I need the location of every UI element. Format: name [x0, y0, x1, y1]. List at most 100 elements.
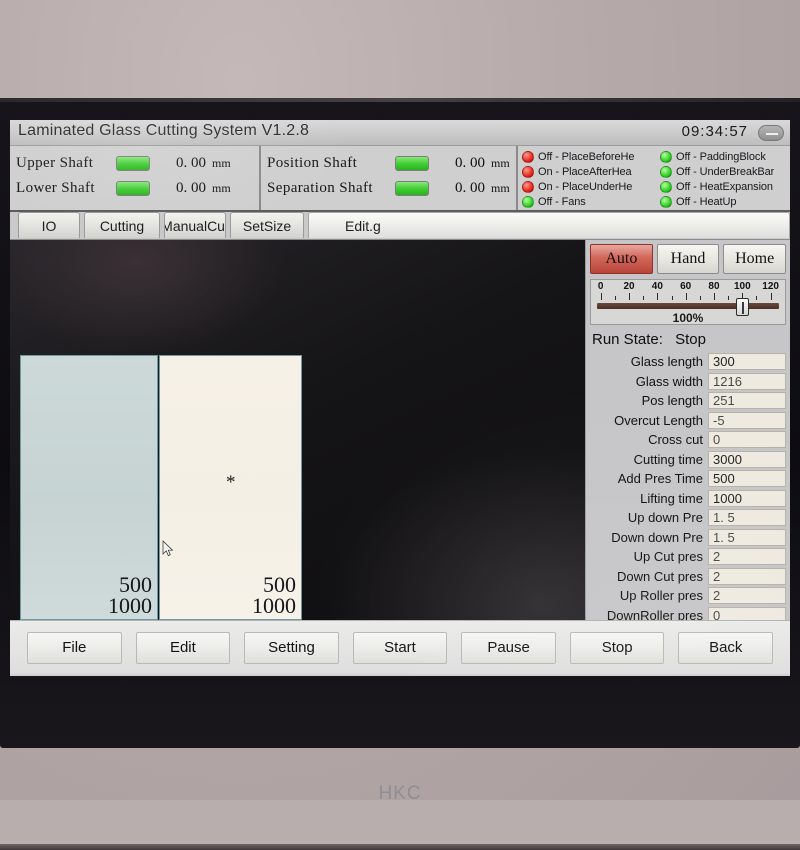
param-label: Pos length [641, 393, 703, 409]
param-value-field[interactable]: 3000 [708, 450, 786, 468]
slider-tick-label: 120 [762, 281, 779, 292]
mode-button-home[interactable]: Home [723, 244, 787, 274]
param-value-field[interactable]: 2 [708, 587, 786, 605]
pause-button[interactable]: Pause [461, 631, 556, 664]
pane-dim-bottom: 1000 [252, 593, 296, 619]
param-value-field[interactable]: 251 [708, 392, 786, 410]
param-value-field[interactable]: 2 [708, 548, 786, 566]
run-state-label: Run State: [592, 331, 663, 348]
param-value-field[interactable]: 300 [708, 353, 786, 371]
shaft-unit: mm [491, 156, 510, 170]
shaft-unit: mm [212, 156, 231, 170]
page-title: Laminated Glass Cutting System V1.2.8 [18, 122, 310, 139]
shaft-value: 0. 00 [455, 155, 486, 171]
tab-io[interactable]: IO [18, 212, 80, 238]
param-label: Up Cut pres [633, 549, 703, 565]
io-row: On - PlaceAfterHea [522, 164, 660, 179]
slider-tick-label: 100 [733, 281, 751, 292]
param-value-field[interactable]: 0 [708, 431, 786, 449]
io-row: Off - PaddingBlock [660, 149, 788, 164]
tab-editg[interactable]: Edit.g [308, 212, 790, 238]
slider-tick-labels: 0 20 40 60 80 100 120 [591, 281, 785, 293]
mode-button-auto[interactable]: Auto [590, 244, 653, 274]
clock-display: 09:34:57 [681, 123, 748, 140]
status-led-icon [660, 195, 672, 208]
io-label: Off - PlaceBeforeHe [538, 150, 635, 163]
back-button[interactable]: Back [678, 631, 774, 664]
param-value-field[interactable]: -5 [708, 411, 786, 429]
shaft-row-position: Position Shaft 0. 00 mm [267, 151, 510, 176]
param-label: Up Roller pres [619, 588, 703, 604]
shaft-group-position: Position Shaft 0. 00 mm Separation Shaft… [261, 146, 518, 210]
setting-button[interactable]: Setting [244, 631, 339, 664]
minimize-icon[interactable] [758, 125, 784, 141]
io-column-b: Off - PaddingBlock Off - UnderBreakBar O… [660, 149, 788, 210]
param-label: Glass length [630, 354, 703, 370]
pane-dimensions: 500 1000 [252, 574, 296, 619]
drawing-canvas[interactable]: 500 1000 * 500 1000 [10, 240, 585, 620]
param-value-field[interactable]: 1000 [708, 489, 786, 507]
tab-setsize[interactable]: SetSize [230, 212, 304, 238]
shaft-label: Position Shaft [267, 155, 358, 171]
io-row: Off - UnderBreakBar [660, 164, 788, 179]
param-label: Glass width [635, 373, 703, 389]
glass-pane-left[interactable]: 500 1000 [20, 355, 158, 620]
param-value-field[interactable]: 1. 5 [708, 528, 786, 546]
io-label: On - PlaceAfterHea [538, 165, 632, 178]
io-label: Off - Fans [538, 195, 586, 208]
shaft-label: Lower Shaft [16, 180, 95, 196]
status-led-icon [522, 195, 534, 208]
control-panel: Auto Hand Home 0 20 40 60 80 100 120 100… [585, 240, 790, 624]
glass-pane-right[interactable]: * 500 1000 [159, 355, 302, 620]
shaft-label: Separation Shaft [267, 180, 373, 196]
mode-button-row: Auto Hand Home [590, 244, 787, 274]
speed-slider[interactable]: 0 20 40 60 80 100 120 100% [590, 279, 786, 325]
status-lamp-icon [116, 156, 150, 171]
param-value-field[interactable]: 2 [708, 567, 786, 585]
io-row: Off - HeatExpansion [660, 179, 788, 194]
pane-dimensions: 500 1000 [108, 574, 152, 617]
edit-button[interactable]: Edit [135, 631, 231, 664]
param-row-pos-length: Pos length 251 [590, 391, 786, 411]
param-label: Down Cut pres [617, 568, 703, 584]
param-row-up-down-pre: Up down Pre 1. 5 [590, 508, 786, 528]
start-button[interactable]: Start [352, 631, 448, 664]
param-label: Cutting time [633, 451, 703, 467]
stop-button[interactable]: Stop [569, 631, 665, 664]
param-row-down-down-pre: Down down Pre 1. 5 [590, 528, 786, 548]
io-label: Off - HeatUp [676, 195, 737, 208]
param-value-field[interactable]: 1. 5 [708, 509, 786, 527]
tab-cutting[interactable]: Cutting [84, 212, 160, 238]
status-led-icon [522, 165, 534, 178]
application-screen: Laminated Glass Cutting System V1.2.8 09… [10, 120, 790, 676]
tab-manualcut[interactable]: ManualCut [164, 212, 226, 238]
title-bar: Laminated Glass Cutting System V1.2.8 09… [10, 120, 790, 146]
shaft-row-lower: Lower Shaft 0. 00 mm [16, 176, 253, 201]
shaft-value: 0. 00 [176, 180, 206, 196]
io-row: Off - PlaceBeforeHe [522, 149, 660, 164]
mode-button-hand[interactable]: Hand [656, 244, 720, 274]
slider-tick-label: 60 [680, 281, 692, 292]
status-led-icon [522, 150, 534, 163]
param-row-cutting-time: Cutting time 3000 [590, 450, 786, 470]
slider-tick-label: 40 [651, 281, 663, 292]
param-label: Overcut Length [614, 412, 703, 428]
param-row-up-roller-pres: Up Roller pres 2 [590, 586, 786, 606]
param-value-field[interactable]: 500 [708, 470, 786, 488]
param-label: Lifting time [640, 490, 703, 506]
slider-track[interactable] [597, 303, 779, 309]
monitor-brand-logo: HKC [378, 783, 422, 804]
slider-tick-label: 0 [597, 281, 604, 292]
shaft-group-main: Upper Shaft 0. 00 mm Lower Shaft 0. 00 m… [10, 146, 262, 210]
slider-tick-marks [591, 293, 785, 300]
slider-percent-label: 100% [672, 311, 704, 325]
file-button[interactable]: File [27, 631, 122, 664]
param-value-field[interactable]: 1216 [708, 372, 786, 390]
param-row-glass-length: Glass length 300 [590, 352, 786, 372]
io-label: Off - PaddingBlock [676, 150, 766, 163]
io-label: Off - UnderBreakBar [676, 165, 775, 178]
io-row: Off - Fans [522, 194, 660, 209]
status-lamp-icon [395, 181, 430, 196]
param-label: Up down Pre [627, 510, 703, 526]
body-area: 500 1000 * 500 1000 Auto Hand Home 0 20 … [10, 240, 790, 624]
